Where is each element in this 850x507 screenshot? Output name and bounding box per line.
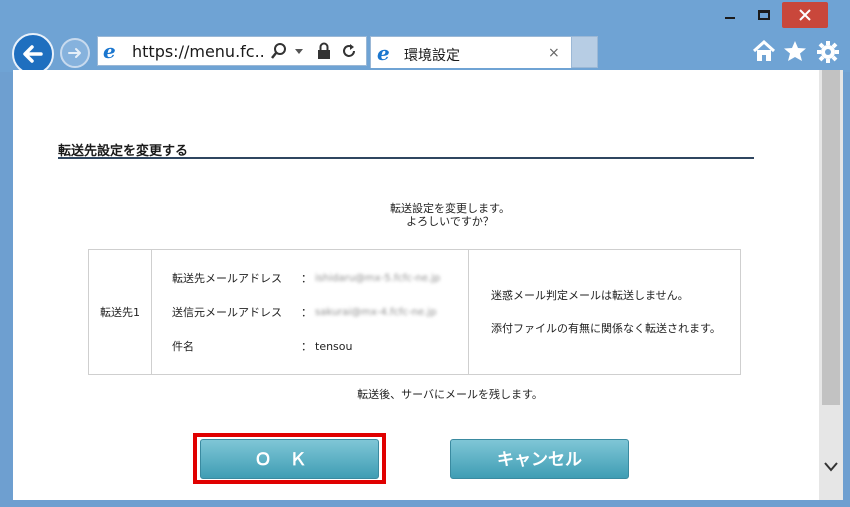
note-spam: 迷惑メール判定メールは転送しません。 bbox=[491, 289, 689, 302]
address-bar[interactable]: e https://menu.fc... bbox=[97, 36, 367, 66]
home-icon[interactable] bbox=[752, 40, 776, 62]
forward-notes-cell: 迷惑メール判定メールは転送しません。 添付ファイルの有無に関係なく転送されます。 bbox=[468, 249, 741, 375]
field-colon: ： bbox=[301, 306, 312, 319]
field-colon: ： bbox=[301, 272, 312, 285]
field-name: 件名 bbox=[172, 340, 194, 353]
confirm-line-1: 転送設定を変更します。 bbox=[390, 202, 510, 215]
ie-logo-icon: e bbox=[377, 41, 390, 65]
url-text[interactable]: https://menu.fc... bbox=[132, 42, 266, 61]
confirm-message: 転送設定を変更します。 よろしいですか？ bbox=[250, 202, 650, 228]
scrollbar-thumb[interactable] bbox=[822, 70, 840, 405]
tab-settings[interactable]: e 環境設定 × bbox=[370, 36, 572, 68]
minimize-button[interactable] bbox=[714, 2, 746, 28]
maximize-button[interactable] bbox=[748, 2, 780, 28]
lock-icon[interactable] bbox=[316, 42, 332, 60]
ie-logo-icon: e bbox=[103, 39, 116, 63]
title-divider bbox=[58, 157, 754, 159]
minimize-icon bbox=[725, 17, 735, 19]
cancel-button[interactable]: キャンセル bbox=[450, 439, 629, 479]
ok-button[interactable]: ＯＫ bbox=[200, 439, 379, 479]
window-bottom-frame bbox=[0, 500, 850, 507]
field-name: 送信元メールアドレス bbox=[172, 306, 282, 319]
confirm-line-2: よろしいですか？ bbox=[406, 215, 494, 228]
search-icon[interactable] bbox=[270, 42, 288, 60]
maximize-icon bbox=[758, 10, 770, 20]
back-arrow-icon bbox=[23, 45, 43, 63]
field-row-destination: 転送先メールアドレス ： ishidaru@mx-5.fcfc-ne.jp bbox=[172, 261, 468, 295]
forward-fields-cell: 転送先メールアドレス ： ishidaru@mx-5.fcfc-ne.jp 送信… bbox=[151, 249, 469, 375]
favorites-star-icon[interactable] bbox=[783, 40, 807, 62]
destination-email-value: ishidaru@mx-5.fcfc-ne.jp bbox=[315, 272, 441, 284]
dropdown-icon[interactable] bbox=[294, 48, 304, 56]
close-icon bbox=[799, 9, 811, 21]
table-row: 転送先1 転送先メールアドレス ： ishidaru@mx-5.fcfc-ne.… bbox=[88, 249, 741, 375]
note-attachments: 添付ファイルの有無に関係なく転送されます。 bbox=[491, 322, 721, 335]
tab-close-icon[interactable]: × bbox=[548, 45, 560, 61]
sender-email-value: sakurai@mx-4.fcfc-ne.jp bbox=[315, 306, 437, 318]
forward-settings-table: 転送先1 転送先メールアドレス ： ishidaru@mx-5.fcfc-ne.… bbox=[88, 249, 741, 375]
gear-icon[interactable] bbox=[816, 40, 840, 64]
field-colon: ： bbox=[301, 340, 312, 353]
forward-arrow-icon bbox=[68, 48, 81, 58]
subject-value: tensou bbox=[315, 339, 353, 353]
scroll-down-icon[interactable] bbox=[824, 462, 838, 472]
refresh-icon[interactable] bbox=[340, 42, 358, 60]
close-window-button[interactable] bbox=[782, 2, 828, 28]
new-tab-button[interactable] bbox=[572, 36, 598, 68]
browser-chrome: e https://menu.fc... e 環境設定 × bbox=[0, 0, 850, 75]
tab-title: 環境設定 bbox=[404, 48, 460, 64]
field-row-sender: 送信元メールアドレス ： sakurai@mx-4.fcfc-ne.jp bbox=[172, 295, 468, 329]
field-row-subject: 件名 ： tensou bbox=[172, 329, 468, 363]
back-button[interactable] bbox=[12, 33, 54, 75]
forward-label: 転送先1 bbox=[88, 249, 152, 375]
forward-button[interactable] bbox=[60, 38, 90, 68]
vertical-scrollbar[interactable] bbox=[819, 70, 843, 500]
after-forward-note: 転送後、サーバにメールを残します。 bbox=[357, 388, 543, 401]
field-name: 転送先メールアドレス bbox=[172, 272, 282, 285]
